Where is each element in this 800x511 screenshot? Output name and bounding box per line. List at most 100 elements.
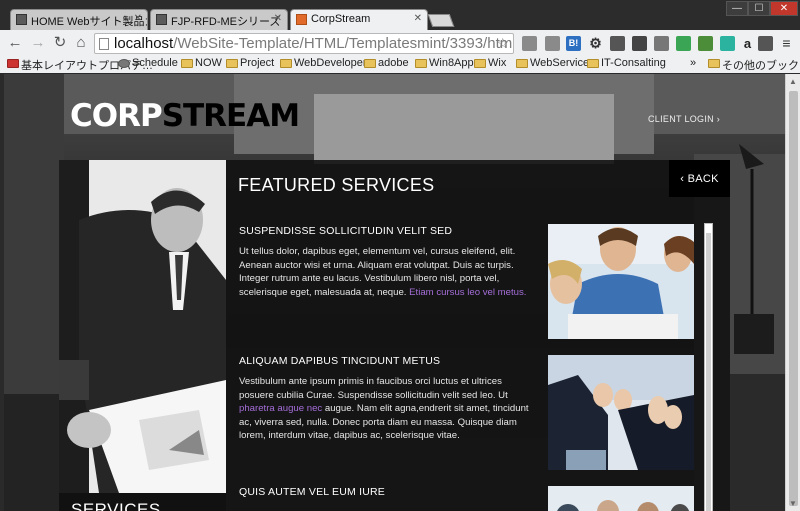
folder-icon (280, 59, 292, 68)
team-meeting-photo (548, 224, 694, 339)
page-favicon-icon (156, 14, 167, 25)
tab-corpstream[interactable]: CorpStream ✕ (290, 9, 428, 30)
bookmark-star-icon[interactable]: ☆ (496, 34, 509, 53)
bookmark-item[interactable]: Wix (474, 57, 506, 69)
close-tab-icon[interactable]: ✕ (414, 13, 422, 24)
shield-icon[interactable] (758, 36, 773, 51)
service-title: SUSPENDISSE SOLLICITUDIN VELIT SED (239, 225, 453, 237)
bookmark-label: その他のブックマーク (722, 60, 800, 72)
page-icon (99, 38, 109, 50)
back-label: BACK (687, 173, 719, 185)
bookmarks-overflow-button[interactable]: » (690, 57, 696, 69)
other-bookmarks[interactable]: その他のブックマーク (708, 57, 800, 73)
bookmark-item[interactable]: adobe (364, 57, 409, 69)
featured-services-panel: FEATURED SERVICES ‹ BACK SUSPENDISSE SOL… (226, 160, 730, 511)
logo-stream: STREAM (161, 98, 300, 134)
bookmark-item[interactable]: WebDeveloper (280, 57, 367, 69)
web-page: CORPSTREAM CLIENT LOGIN › SERVICES FEATU… (4, 74, 785, 511)
page-scrollbar[interactable]: ▲ ▼ (785, 74, 800, 511)
client-login-label: CLIENT LOGIN (648, 114, 714, 124)
minimize-button[interactable]: — (726, 1, 748, 16)
bookmark-item[interactable]: NOW (181, 57, 222, 69)
scroll-up-arrow-icon[interactable]: ▲ (789, 77, 797, 86)
bookmark-label: Win8App (429, 57, 474, 69)
bookmark-item[interactable]: Project (226, 57, 274, 69)
site-logo[interactable]: CORPSTREAM (70, 98, 300, 134)
service-photo (548, 486, 694, 511)
extension-puzzle-icon[interactable] (610, 36, 625, 51)
menu-icon[interactable]: ≡ (779, 36, 794, 51)
extension-green-icon[interactable] (698, 36, 713, 51)
bookmark-label: IT-Consalting (601, 57, 666, 69)
bookmark-item[interactable]: Schedule (118, 57, 178, 69)
services-heading: SERVICES (59, 493, 226, 511)
logo-corp: CORP (70, 98, 163, 134)
bookmark-label: Wix (488, 57, 507, 69)
tab-strip: HOME Webサイト製品カタ ✕ FJP-RFD-MEシリーズ［従 ✕ Cor… (0, 0, 800, 30)
amazon-icon[interactable]: a (740, 36, 755, 51)
pocket-icon[interactable] (632, 36, 647, 51)
folder-icon (364, 59, 376, 68)
maximize-button[interactable]: ☐ (748, 1, 770, 16)
panel-scrollbar[interactable] (704, 223, 713, 511)
apple-icon (118, 59, 130, 68)
bookmark-label: adobe (378, 57, 409, 69)
close-window-button[interactable]: ✕ (770, 1, 798, 16)
evernote-icon[interactable] (676, 36, 691, 51)
service-description: Vestibulum ante ipsum primis in faucibus… (239, 375, 529, 443)
address-bar[interactable]: localhost/WebSite-Template/HTML/Template… (94, 33, 514, 54)
hatena-bookmark-icon[interactable]: B! (566, 36, 581, 51)
applause-photo (548, 355, 694, 470)
panel-title: FEATURED SERVICES (238, 175, 435, 195)
bookmark-item[interactable]: Win8App (415, 57, 474, 69)
service-text: Vestibulum ante ipsum primis in faucibus… (239, 376, 508, 401)
page-scrollbar-thumb[interactable] (789, 91, 798, 506)
scroll-down-arrow-icon[interactable]: ▼ (789, 499, 797, 508)
corpstream-favicon-icon (296, 14, 307, 25)
folder-icon (226, 59, 238, 68)
business-man-photo (59, 160, 226, 493)
folder-icon (474, 59, 486, 68)
adobe-icon (7, 59, 19, 68)
new-tab-button[interactable] (427, 14, 455, 27)
forward-arrow-icon[interactable]: → (29, 34, 47, 52)
settings-gear-icon[interactable]: ⚙ (588, 36, 603, 51)
folder-icon (415, 59, 427, 68)
back-arrow-icon[interactable]: ← (6, 34, 24, 52)
bookmark-label: Project (240, 57, 275, 69)
folder-icon (181, 59, 193, 68)
chevron-right-icon: › (716, 114, 721, 124)
folder-icon (516, 59, 528, 68)
close-tab-icon[interactable]: ✕ (134, 13, 142, 24)
chevron-left-icon: ‹ (680, 173, 688, 185)
bookmark-item[interactable]: IT-Consalting (587, 57, 666, 69)
service-link[interactable]: pharetra augue nec (239, 403, 322, 414)
bookmark-label: WebDeveloper (294, 57, 367, 69)
close-tab-icon[interactable]: ✕ (274, 13, 282, 24)
service-title: QUIS AUTEM VEL EUM IURE (239, 486, 385, 498)
bookmark-label: NOW (195, 57, 222, 69)
url-path: /WebSite-Template/HTML/Templatesmint/339… (173, 35, 514, 52)
extension-page-icon[interactable] (522, 36, 537, 51)
cast-icon[interactable] (654, 36, 669, 51)
client-login-link[interactable]: CLIENT LOGIN › (648, 114, 720, 124)
service-description: Ut tellus dolor, dapibus eget, elementum… (239, 245, 529, 299)
browser-toolbar: ← → ↻ ⌂ localhost/WebSite-Template/HTML/… (0, 30, 800, 56)
bookmark-item[interactable]: WebService (516, 57, 589, 69)
service-title: ALIQUAM DAPIBUS TINCIDUNT METUS (239, 355, 441, 367)
extension-teal-icon[interactable] (720, 36, 735, 51)
panel-scrollbar-thumb[interactable] (706, 233, 711, 511)
tab-label: CorpStream (311, 13, 371, 25)
tab-fjp[interactable]: FJP-RFD-MEシリーズ［従 ✕ (150, 9, 288, 30)
page-favicon-icon (16, 14, 27, 25)
tab-label: HOME Webサイト製品カタ (31, 16, 147, 28)
tab-home[interactable]: HOME Webサイト製品カタ ✕ (10, 9, 148, 30)
back-button[interactable]: ‹ BACK (669, 160, 730, 197)
home-icon[interactable]: ⌂ (72, 34, 90, 52)
tab-label: FJP-RFD-MEシリーズ［従 (171, 16, 287, 28)
extension-grid-icon[interactable] (545, 36, 560, 51)
url-host: localhost (114, 35, 174, 52)
service-link[interactable]: Etiam cursus leo vel metus. (409, 287, 526, 298)
bookmark-label: Schedule (132, 57, 178, 69)
reload-icon[interactable]: ↻ (51, 34, 69, 52)
